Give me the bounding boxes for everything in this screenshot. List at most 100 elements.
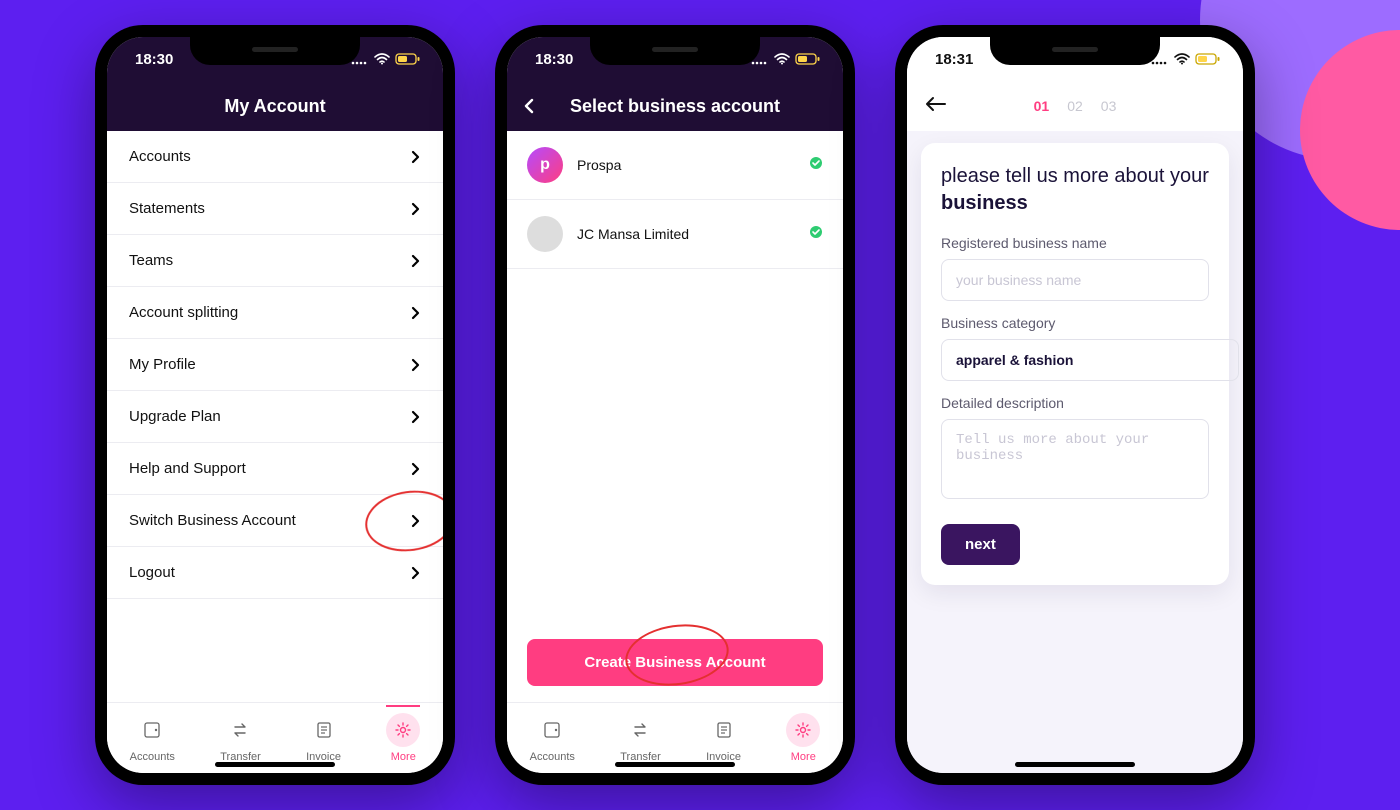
tab-label: More <box>791 751 816 763</box>
battery-icon <box>395 53 421 65</box>
back-button[interactable] <box>925 96 947 117</box>
next-button[interactable]: next <box>941 524 1020 565</box>
menu-item-accounts[interactable]: Accounts <box>107 131 443 183</box>
select-value: apparel & fashion <box>956 352 1073 368</box>
status-icons <box>351 53 421 65</box>
menu-label: Switch Business Account <box>129 512 296 529</box>
home-indicator <box>615 762 735 767</box>
gear-icon <box>386 713 420 747</box>
form-card: please tell us more about your business … <box>921 143 1229 585</box>
battery-icon <box>795 53 821 65</box>
menu-label: Statements <box>129 200 205 217</box>
content-area: please tell us more about your business … <box>907 131 1243 773</box>
title-line1: please tell us more about your <box>941 165 1209 187</box>
avatar: p <box>527 147 563 183</box>
menu-label: Logout <box>129 564 175 581</box>
menu-item-account-splitting[interactable]: Account splitting <box>107 287 443 339</box>
chevron-right-icon <box>411 462 421 476</box>
device-notch <box>990 37 1160 65</box>
chevron-right-icon <box>411 306 421 320</box>
annotation-circle <box>361 485 443 557</box>
step-02: 02 <box>1067 98 1083 114</box>
chevron-right-icon <box>411 202 421 216</box>
back-button[interactable] <box>523 98 535 114</box>
create-business-account-button[interactable]: Create Business Account <box>527 639 823 686</box>
menu-item-teams[interactable]: Teams <box>107 235 443 287</box>
page-title: Select business account <box>570 96 780 117</box>
account-row-prospa[interactable]: p Prospa <box>507 131 843 200</box>
menu-item-help-support[interactable]: Help and Support <box>107 443 443 495</box>
label-business-name: Registered business name <box>941 235 1209 251</box>
status-time: 18:30 <box>535 51 573 68</box>
business-category-select[interactable]: apparel & fashion <box>941 339 1239 381</box>
content-area: p Prospa JC Mansa Limited Create Busines… <box>507 131 843 702</box>
step-03: 03 <box>1101 98 1117 114</box>
tab-more[interactable]: More <box>786 713 820 763</box>
device-notch <box>590 37 760 65</box>
device-notch <box>190 37 360 65</box>
account-name: JC Mansa Limited <box>577 226 689 242</box>
form-title: please tell us more about your business <box>941 163 1209 217</box>
label-description: Detailed description <box>941 395 1209 411</box>
tab-invoice[interactable]: Invoice <box>706 713 741 763</box>
phone-3: 18:31 01 02 03 please tell us mo <box>895 25 1255 785</box>
tab-label: Accounts <box>130 751 175 763</box>
menu-label: My Profile <box>129 356 196 373</box>
status-icons <box>1151 53 1221 65</box>
menu-item-my-profile[interactable]: My Profile <box>107 339 443 391</box>
chevron-right-icon <box>411 358 421 372</box>
wifi-icon <box>374 53 390 65</box>
tab-invoice[interactable]: Invoice <box>306 713 341 763</box>
invoice-icon <box>707 713 741 747</box>
account-name: Prospa <box>577 157 621 173</box>
battery-icon <box>1195 53 1221 65</box>
tab-label: Accounts <box>530 751 575 763</box>
check-icon <box>809 156 823 175</box>
button-label: next <box>965 536 996 553</box>
tab-transfer[interactable]: Transfer <box>620 713 661 763</box>
chevron-right-icon <box>411 514 421 528</box>
menu-item-switch-business[interactable]: Switch Business Account <box>107 495 443 547</box>
home-indicator <box>215 762 335 767</box>
menu-label: Upgrade Plan <box>129 408 221 425</box>
status-time: 18:30 <box>135 51 173 68</box>
business-name-input[interactable] <box>941 259 1209 301</box>
account-row-jcmansa[interactable]: JC Mansa Limited <box>507 200 843 269</box>
menu-list: Accounts Statements Teams Account splitt… <box>107 131 443 599</box>
wifi-icon <box>774 53 790 65</box>
tab-label: More <box>391 751 416 763</box>
tab-more[interactable]: More <box>386 713 420 763</box>
tab-accounts[interactable]: Accounts <box>130 713 175 763</box>
check-icon <box>809 225 823 244</box>
transfer-icon <box>624 713 658 747</box>
avatar <box>527 216 563 252</box>
title-bold: business <box>941 192 1028 214</box>
invoice-icon <box>307 713 341 747</box>
nav-bar: My Account <box>107 81 443 131</box>
content-area: Accounts Statements Teams Account splitt… <box>107 131 443 702</box>
description-input[interactable] <box>941 419 1209 499</box>
chevron-right-icon <box>411 410 421 424</box>
label-business-category: Business category <box>941 315 1209 331</box>
menu-item-statements[interactable]: Statements <box>107 183 443 235</box>
chevron-right-icon <box>411 566 421 580</box>
status-icons <box>751 53 821 65</box>
menu-label: Account splitting <box>129 304 238 321</box>
menu-label: Teams <box>129 252 173 269</box>
gear-icon <box>786 713 820 747</box>
step-01: 01 <box>1034 98 1050 114</box>
phone-1: 18:30 My Account Accounts Statements Tea… <box>95 25 455 785</box>
chevron-right-icon <box>411 150 421 164</box>
status-time: 18:31 <box>935 51 973 68</box>
tab-transfer[interactable]: Transfer <box>220 713 261 763</box>
tab-accounts[interactable]: Accounts <box>530 713 575 763</box>
home-indicator <box>1015 762 1135 767</box>
page-title: My Account <box>224 96 325 117</box>
nav-bar: Select business account <box>507 81 843 131</box>
accounts-icon <box>135 713 169 747</box>
menu-item-logout[interactable]: Logout <box>107 547 443 599</box>
step-indicator: 01 02 03 <box>1034 98 1117 114</box>
accounts-icon <box>535 713 569 747</box>
menu-label: Help and Support <box>129 460 246 477</box>
menu-item-upgrade-plan[interactable]: Upgrade Plan <box>107 391 443 443</box>
